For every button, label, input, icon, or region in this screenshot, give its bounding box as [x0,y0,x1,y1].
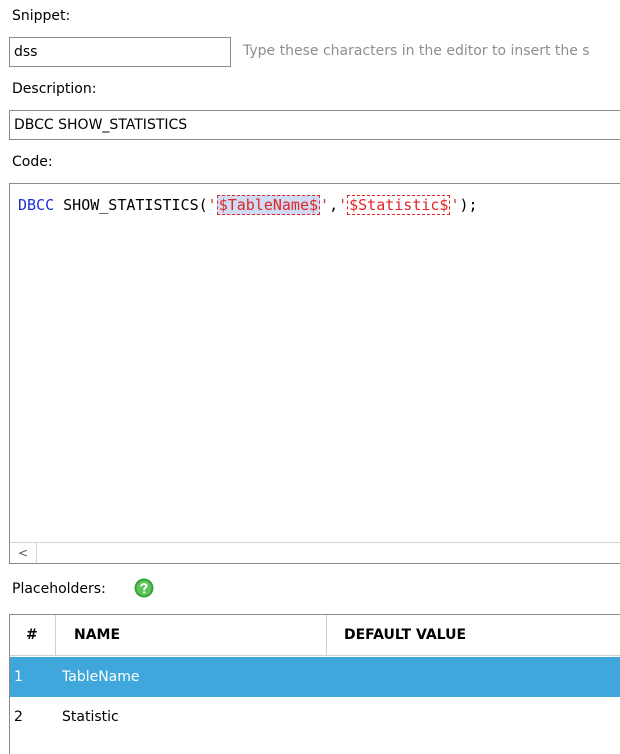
code-editor[interactable]: DBCC SHOW_STATISTICS(' $TableName$ ',' $Sta… [9,183,620,564]
scroll-left-button[interactable]: < [10,543,37,563]
code-label: Code: [12,154,53,170]
code-quote-3: ' [338,196,348,214]
placeholder-tablename[interactable]: $TableName$ [216,195,321,215]
code-comma: , [329,196,339,214]
table-row[interactable]: 1 TableName [10,657,620,697]
table-row[interactable]: 2 Statistic [10,697,620,737]
description-input[interactable]: DBCC SHOW_STATISTICS [9,110,620,140]
snippet-label: Snippet: [12,8,71,24]
code-quote-1: ' [207,196,217,214]
description-label: Description: [12,81,97,97]
placeholders-label: Placeholders: [12,581,106,597]
placeholders-grid[interactable]: # NAME DEFAULT VALUE 1 TableName 2 Stati… [9,614,620,754]
row-number: 1 [14,669,23,685]
column-header-number[interactable]: # [26,615,38,655]
chevron-left-icon: < [17,546,29,560]
column-divider[interactable] [326,615,327,655]
code-text-before: SHOW_STATISTICS( [54,196,208,214]
code-quote-2: ' [320,196,330,214]
snippet-input[interactable]: dss [9,37,231,67]
grid-header: # NAME DEFAULT VALUE [10,615,620,656]
snippet-hint: Type these characters in the editor to i… [243,43,590,59]
column-header-default-value[interactable]: DEFAULT VALUE [344,615,466,655]
code-line[interactable]: DBCC SHOW_STATISTICS(' $TableName$ ',' $Sta… [18,194,478,216]
column-divider[interactable] [55,615,56,655]
code-keyword: DBCC [18,196,55,214]
code-text-after: ); [459,196,478,214]
placeholder-statistic[interactable]: $Statistic$ [347,195,451,215]
help-icon[interactable] [134,578,154,598]
column-header-name[interactable]: NAME [74,615,120,655]
row-name[interactable]: TableName [62,657,140,697]
row-name[interactable]: Statistic [62,697,119,737]
code-quote-4: ' [450,196,460,214]
row-number: 2 [14,709,23,725]
horizontal-scrollbar[interactable]: < [10,542,620,563]
